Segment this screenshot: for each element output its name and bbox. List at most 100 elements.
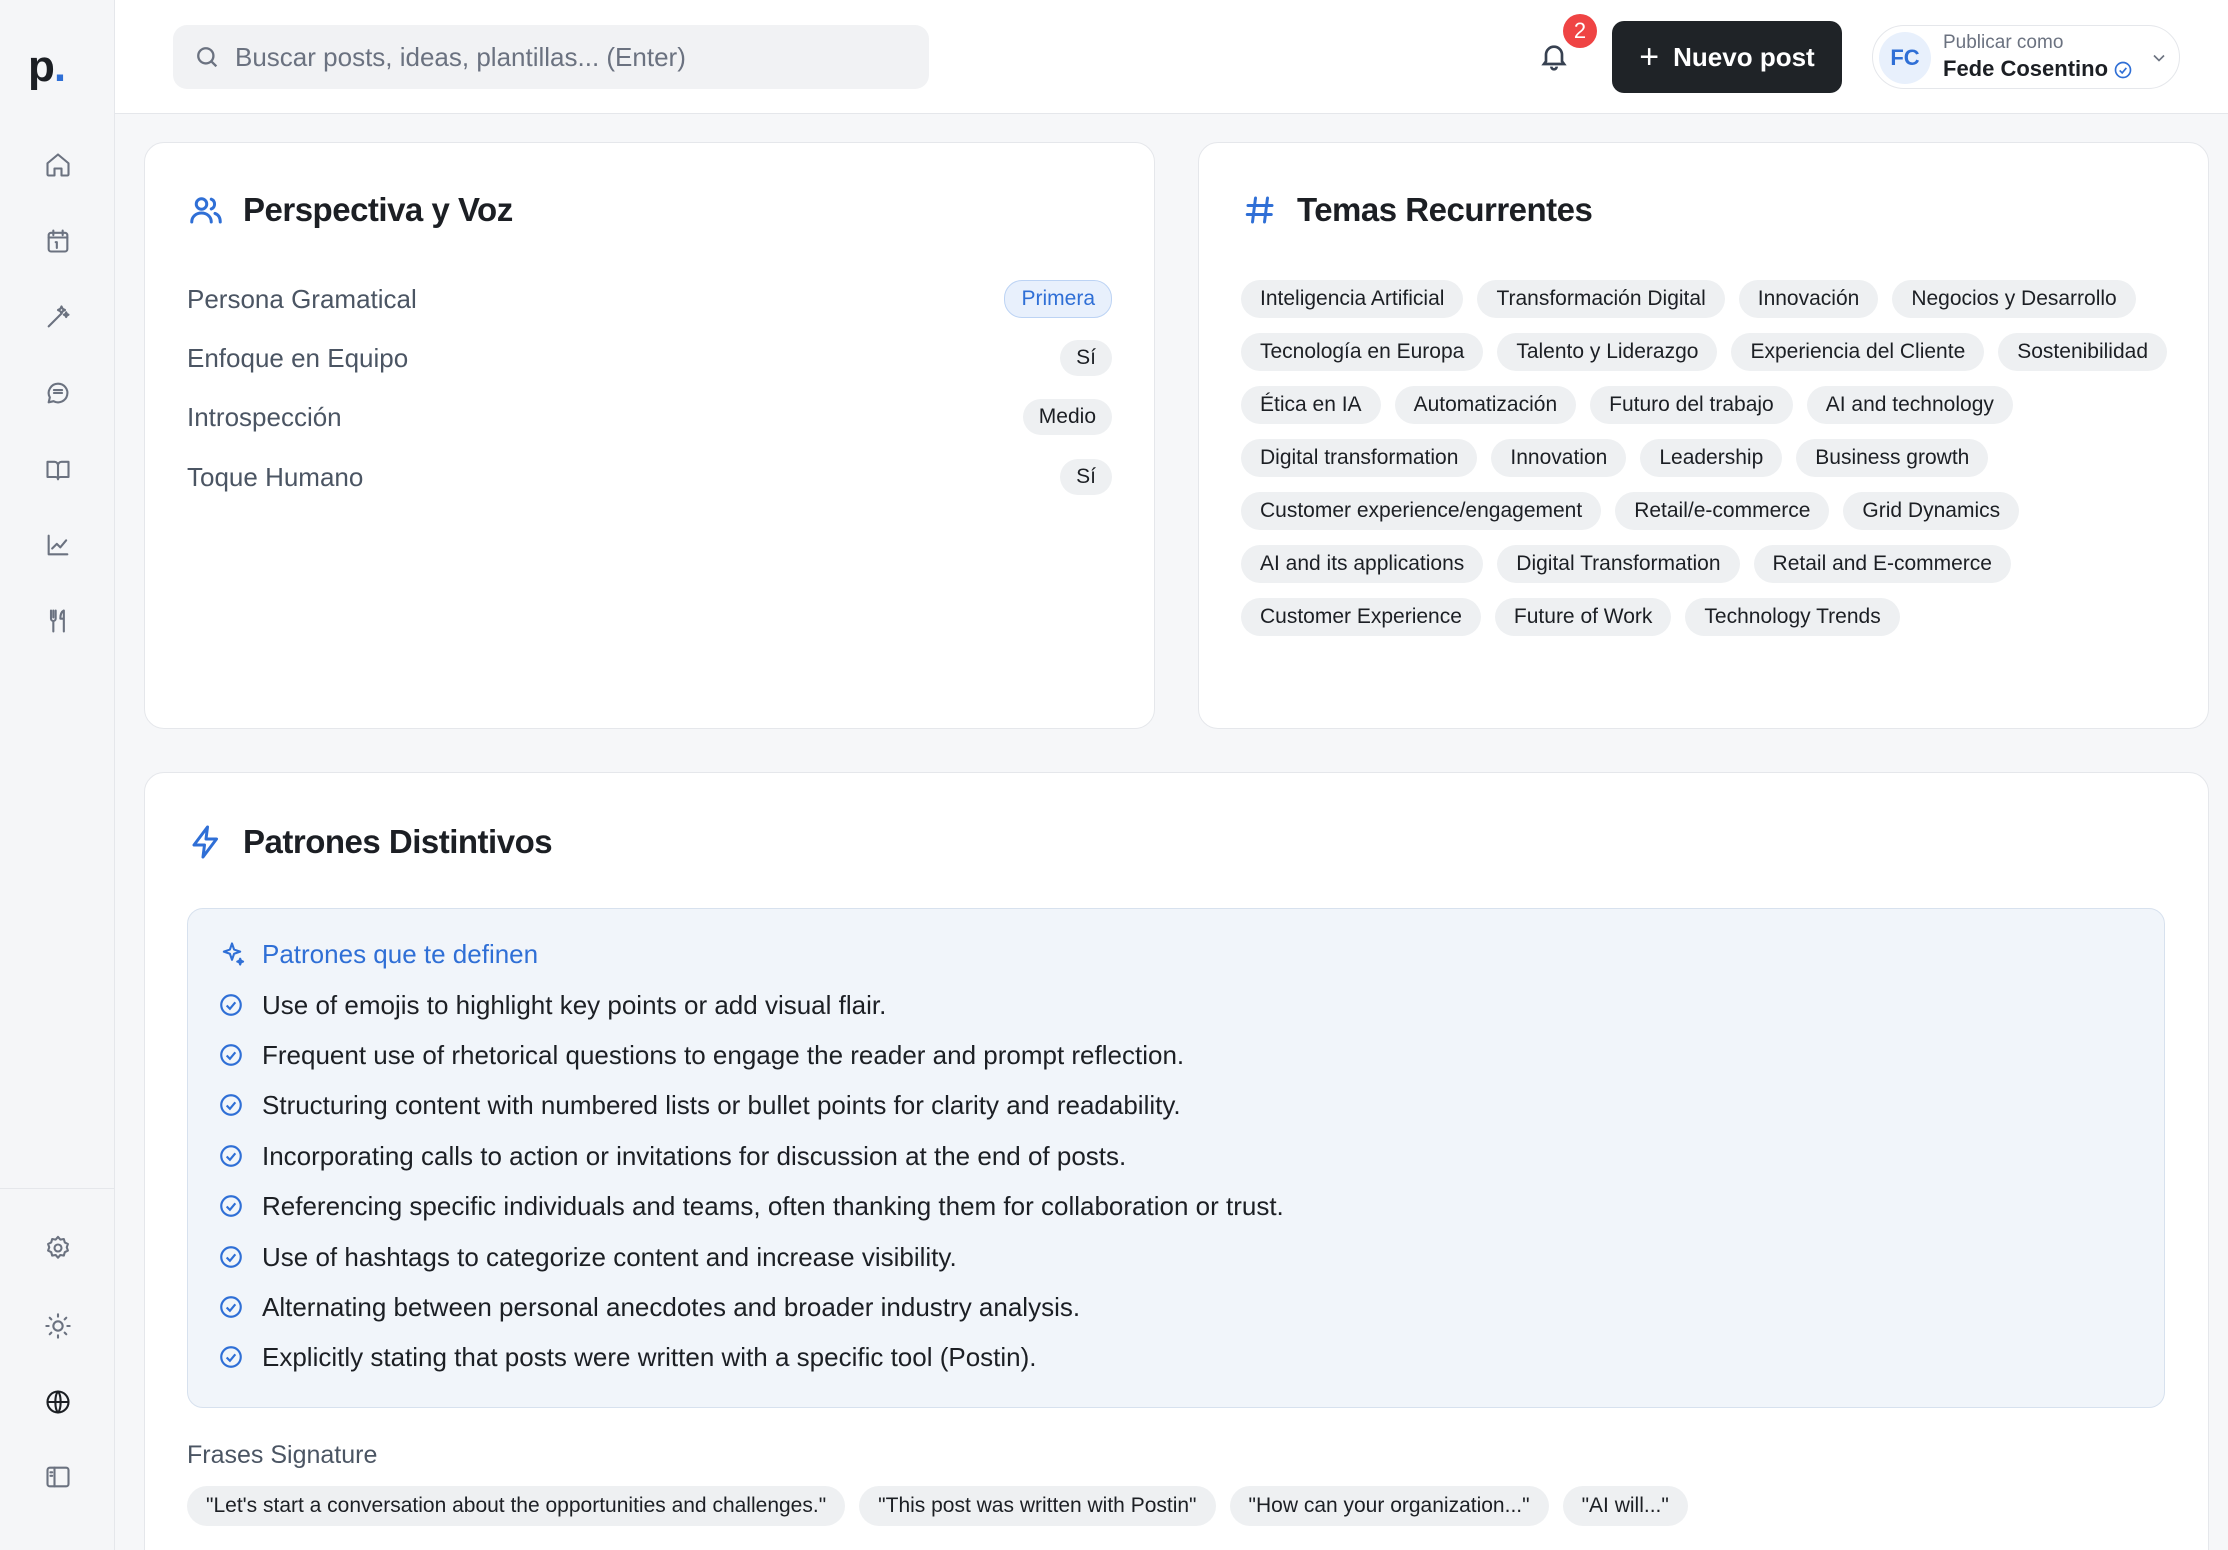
sidebar-divider (0, 1188, 115, 1189)
signature-phrase: "Let's start a conversation about the op… (187, 1486, 846, 1526)
notification-badge: 2 (1563, 14, 1597, 48)
pattern-item: Alternating between personal anecdotes a… (218, 1292, 1080, 1323)
topic-tag: Business growth (1796, 439, 1989, 477)
chat-icon[interactable] (38, 373, 78, 413)
attr-row-human-touch: Toque Humano Sí (187, 457, 1112, 497)
calendar-icon[interactable] (38, 221, 78, 261)
topic-tag: Talento y Liderazgo (1497, 333, 1718, 371)
account-name: Fede Cosentino (1943, 56, 2109, 81)
topic-tag: Inteligencia Artificial (1241, 280, 1464, 318)
pattern-item: Incorporating calls to action or invitat… (218, 1141, 1126, 1172)
attr-label: Toque Humano (187, 461, 364, 492)
topic-tag: Ética en IA (1241, 386, 1381, 424)
topic-tag: Digital transformation (1241, 439, 1478, 477)
attr-label: Persona Gramatical (187, 283, 417, 314)
topic-tag: AI and its applications (1241, 545, 1484, 583)
settings-icon[interactable] (38, 1228, 78, 1268)
lightning-icon (187, 823, 225, 861)
chart-icon[interactable] (38, 525, 78, 565)
check-circle-icon (218, 1344, 246, 1372)
topbar: 2 + Nuevo post FC Publicar como Fede Cos… (115, 0, 2228, 114)
attr-row-introspection: Introspección Medio (187, 397, 1112, 437)
topic-tag: Experiencia del Cliente (1731, 333, 1985, 371)
sidebar-toggle-icon[interactable] (38, 1457, 78, 1497)
attr-row-team-focus: Enfoque en Equipo Sí (187, 338, 1112, 378)
topic-tag: Technology Trends (1685, 598, 1900, 636)
topic-tag: Retail/e-commerce (1615, 492, 1830, 530)
topic-tags: Inteligencia Artificial Transformación D… (1241, 280, 2181, 636)
magic-wand-icon[interactable] (38, 297, 78, 337)
attr-row-persona: Persona Gramatical Primera (187, 279, 1112, 319)
topic-tag: Leadership (1640, 439, 1783, 477)
topic-tag: Tecnología en Europa (1241, 333, 1484, 371)
avatar: FC (1879, 32, 1931, 84)
sidebar: p. (0, 0, 115, 1550)
topic-tag: Future of Work (1494, 598, 1672, 636)
signature-list: "Let's start a conversation about the op… (187, 1486, 1688, 1526)
check-circle-icon (218, 1244, 246, 1272)
topic-tag: Innovación (1738, 280, 1879, 318)
app-logo[interactable]: p. (28, 42, 66, 92)
signature-phrase: "This post was written with Postin" (859, 1486, 1216, 1526)
perspective-card: Perspectiva y Voz Persona Gramatical Pri… (144, 142, 1155, 729)
attr-value: Medio (1022, 399, 1112, 435)
topic-tag: Futuro del trabajo (1590, 386, 1793, 424)
topic-tag: Customer Experience (1241, 598, 1481, 636)
pattern-item: Use of hashtags to categorize content an… (218, 1242, 957, 1273)
attr-label: Enfoque en Equipo (187, 342, 409, 373)
new-post-button[interactable]: + Nuevo post (1612, 21, 1842, 93)
topic-tag: Sostenibilidad (1998, 333, 2168, 371)
check-circle-icon (218, 992, 246, 1020)
pattern-item: Structuring content with numbered lists … (218, 1090, 1181, 1121)
patterns-title: Patrones Distintivos (187, 823, 553, 861)
patterns-box: Patrones que te definen Use of emojis to… (187, 908, 2165, 1408)
topics-card: Temas Recurrentes Inteligencia Artificia… (1198, 142, 2209, 729)
pattern-item: Explicitly stating that posts were writt… (218, 1342, 1037, 1373)
patterns-box-header: Patrones que te definen (218, 939, 538, 970)
attr-label: Introspección (187, 401, 342, 432)
check-circle-icon (218, 1042, 246, 1070)
topic-tag: Grid Dynamics (1843, 492, 2020, 530)
pattern-item: Frequent use of rhetorical questions to … (218, 1040, 1184, 1071)
new-post-label: Nuevo post (1673, 41, 1815, 72)
signature-label: Frases Signature (187, 1441, 378, 1469)
sun-icon[interactable] (38, 1306, 78, 1346)
verified-icon (2113, 60, 2133, 80)
plus-icon: + (1639, 38, 1660, 76)
attr-value: Sí (1060, 340, 1112, 376)
topics-title: Temas Recurrentes (1241, 191, 1593, 229)
search-bar[interactable] (173, 25, 929, 89)
attr-value: Primera (1004, 280, 1112, 318)
check-circle-icon (218, 1143, 246, 1171)
search-input[interactable] (235, 41, 895, 73)
topic-tag: Retail and E-commerce (1753, 545, 2011, 583)
patterns-card: Patrones Distintivos Patrones que te def… (144, 772, 2209, 1550)
utensils-icon[interactable] (38, 601, 78, 641)
hashtag-icon (1241, 191, 1279, 229)
topic-tag: Automatización (1394, 386, 1577, 424)
check-circle-icon (218, 1193, 246, 1221)
signature-phrase: "AI will..." (1562, 1486, 1688, 1526)
account-label: Publicar como (1943, 32, 2064, 53)
users-icon (187, 191, 225, 229)
globe-icon[interactable] (38, 1382, 78, 1422)
search-icon (193, 43, 221, 71)
topic-tag: Innovation (1491, 439, 1627, 477)
home-icon[interactable] (38, 145, 78, 185)
signature-phrase: "How can your organization..." (1229, 1486, 1549, 1526)
check-circle-icon (218, 1294, 246, 1322)
topic-tag: AI and technology (1806, 386, 2013, 424)
book-icon[interactable] (38, 450, 78, 490)
topic-tag: Digital Transformation (1497, 545, 1740, 583)
bell-icon[interactable] (1538, 40, 1574, 76)
chevron-down-icon (2149, 48, 2169, 68)
account-switcher[interactable]: FC Publicar como Fede Cosentino (1872, 25, 2180, 89)
topic-tag: Transformación Digital (1477, 280, 1725, 318)
topic-tag: Customer experience/engagement (1241, 492, 1602, 530)
attr-value: Sí (1060, 459, 1112, 495)
check-circle-icon (218, 1092, 246, 1120)
perspective-title: Perspectiva y Voz (187, 191, 513, 229)
topic-tag: Negocios y Desarrollo (1892, 280, 2136, 318)
pattern-item: Use of emojis to highlight key points or… (218, 990, 886, 1021)
pattern-item: Referencing specific individuals and tea… (218, 1191, 1284, 1222)
